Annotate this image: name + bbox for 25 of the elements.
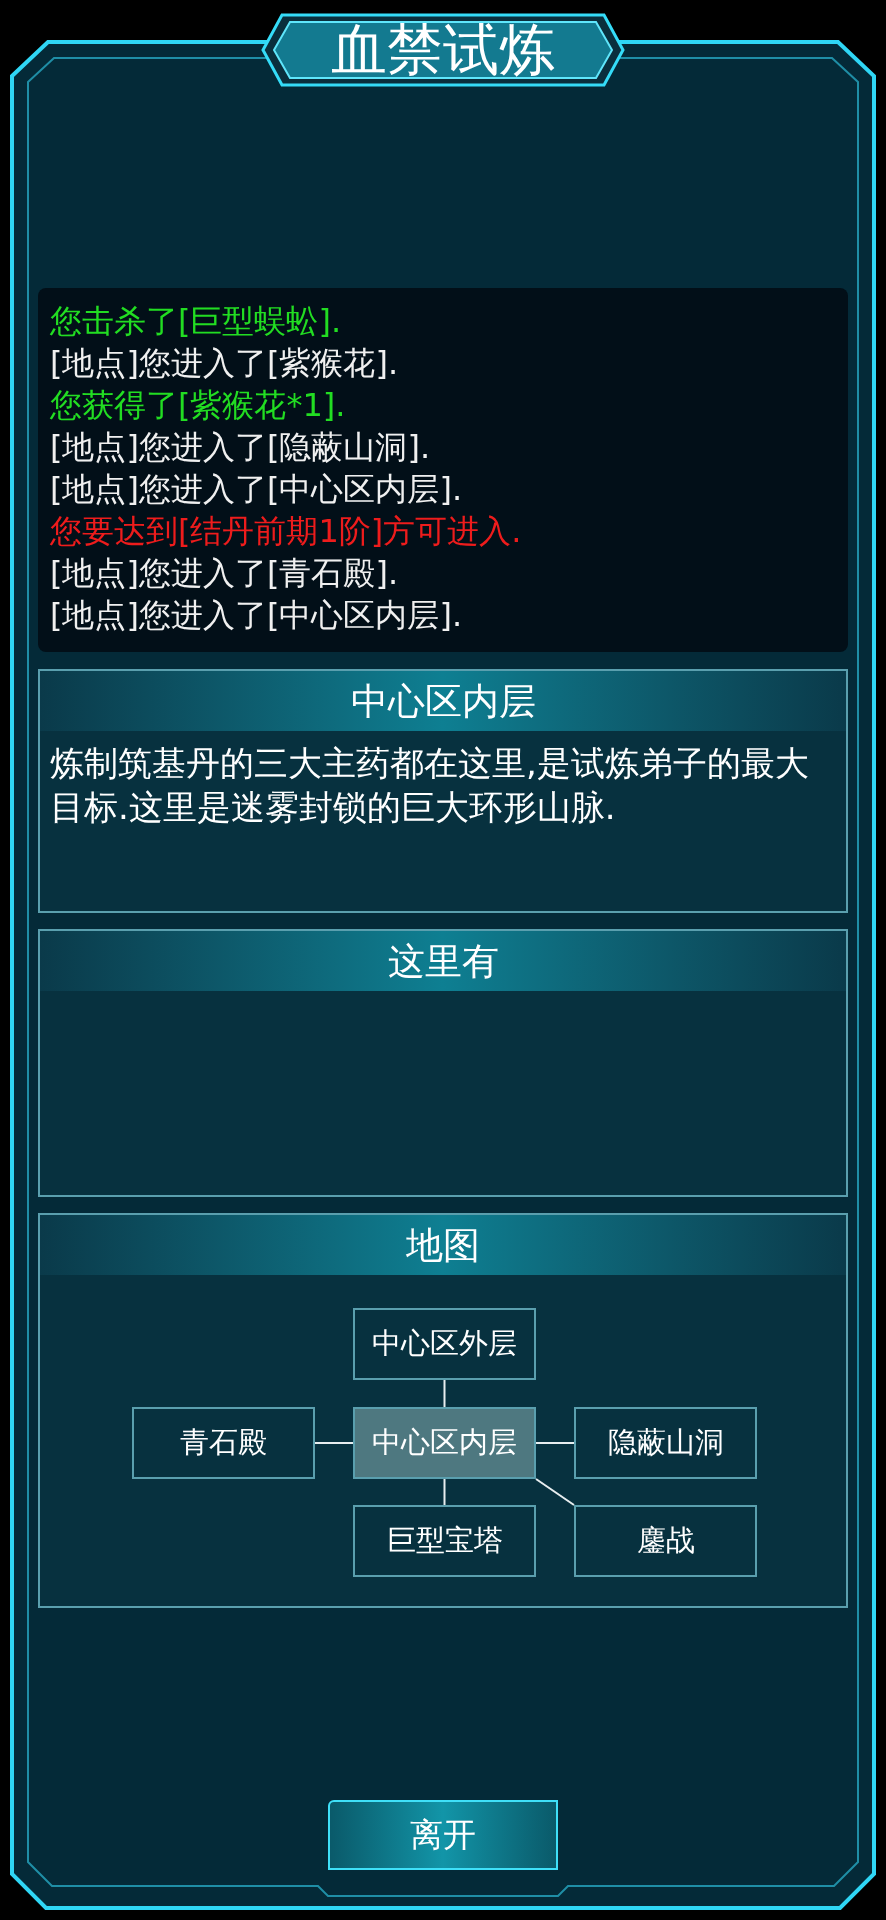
log-line: [地点]您进入了[青石殿].	[50, 553, 400, 594]
log-line: 您要达到[结丹前期1阶]方可进入.	[50, 511, 523, 552]
panel-header: 这里有	[40, 931, 846, 991]
map-node[interactable]: 中心区外层	[353, 1308, 536, 1380]
log-line: 您获得了[紫猴花*1].	[50, 385, 347, 426]
log-line: [地点]您进入了[紫猴花].	[50, 343, 400, 384]
connector-line	[314, 1442, 354, 1444]
map-node[interactable]: 青石殿	[132, 1407, 315, 1479]
log-line: [地点]您进入了[中心区内层].	[50, 595, 464, 636]
connector-line	[535, 1478, 575, 1506]
window-title: 血禁试炼	[331, 22, 555, 78]
connector-line	[443, 1379, 446, 1408]
connector-line	[535, 1442, 575, 1444]
map-node[interactable]: 隐蔽山洞	[574, 1407, 757, 1479]
log-line: [地点]您进入了[中心区内层].	[50, 469, 464, 510]
leave-button[interactable]: 离开	[328, 1800, 558, 1870]
map-node[interactable]: 鏖战	[574, 1505, 757, 1577]
map-node[interactable]: 巨型宝塔	[353, 1505, 536, 1577]
log-line: [地点]您进入了[隐蔽山洞].	[50, 427, 432, 468]
log-line: 您击杀了[巨型蜈蚣].	[50, 301, 343, 342]
connector-line	[443, 1478, 446, 1506]
panel-header: 中心区内层	[40, 671, 846, 731]
location-description: 炼制筑基丹的三大主药都在这里,是试炼弟子的最大目标.这里是迷雾封锁的巨大环形山脉.	[49, 742, 810, 829]
panel-header: 地图	[40, 1215, 846, 1275]
map-node[interactable]: 中心区内层	[353, 1407, 536, 1479]
